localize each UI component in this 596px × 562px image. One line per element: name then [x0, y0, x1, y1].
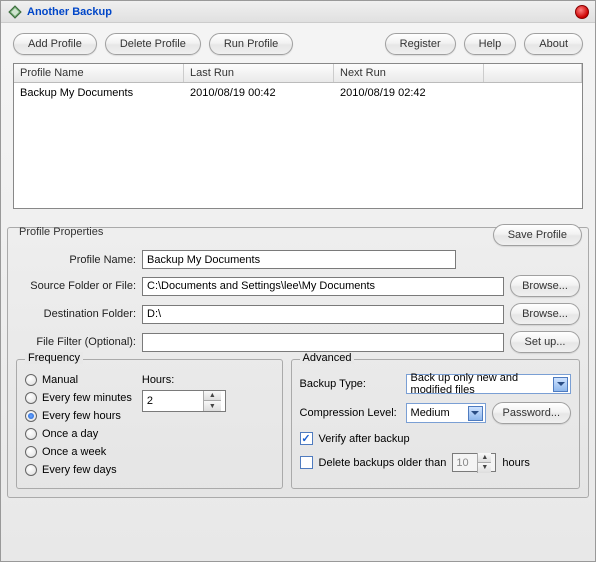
save-profile-button[interactable]: Save Profile	[493, 224, 582, 246]
radio-every-few-hours[interactable]: Every few hours	[25, 410, 132, 422]
profile-properties-legend: Profile Properties	[16, 226, 106, 238]
about-button[interactable]: About	[524, 33, 583, 55]
radio-once-a-day[interactable]: Once a day	[25, 428, 132, 440]
profiles-table[interactable]: Profile Name Last Run Next Run Backup My…	[13, 63, 583, 209]
delete-profile-button[interactable]: Delete Profile	[105, 33, 201, 55]
verify-checkbox[interactable]	[300, 432, 313, 445]
col-blank	[484, 64, 582, 82]
radio-once-a-week[interactable]: Once a week	[25, 446, 132, 458]
backup-type-label: Backup Type:	[300, 378, 400, 390]
source-input[interactable]	[142, 277, 504, 296]
radio-every-few-minutes[interactable]: Every few minutes	[25, 392, 132, 404]
radio-week-dot	[25, 446, 37, 458]
help-button[interactable]: Help	[464, 33, 517, 55]
compression-select[interactable]: Medium	[406, 403, 486, 423]
col-last-run[interactable]: Last Run	[184, 64, 334, 82]
password-button[interactable]: Password...	[492, 402, 571, 424]
frequency-legend: Frequency	[25, 352, 83, 364]
run-profile-button[interactable]: Run Profile	[209, 33, 293, 55]
cell-next-run: 2010/08/19 02:42	[334, 85, 484, 101]
delete-age-stepper[interactable]: ▲▼	[452, 453, 496, 472]
radio-minutes-dot	[25, 392, 37, 404]
delete-age-input[interactable]	[453, 456, 477, 470]
chevron-down-icon	[468, 406, 483, 421]
table-row[interactable]: Backup My Documents 2010/08/19 00:42 201…	[14, 83, 582, 103]
filter-input[interactable]	[142, 333, 504, 352]
close-icon[interactable]	[575, 5, 589, 19]
destination-input[interactable]	[142, 305, 504, 324]
app-window: Another Backup Add Profile Delete Profil…	[0, 0, 596, 562]
profile-properties-group: Profile Properties Save Profile Profile …	[7, 227, 589, 498]
backup-type-select[interactable]: Back up only new and modified files	[406, 374, 571, 394]
advanced-legend: Advanced	[300, 352, 355, 364]
app-title: Another Backup	[27, 6, 575, 18]
radio-manual[interactable]: Manual	[25, 374, 132, 386]
compression-label: Compression Level:	[300, 407, 400, 419]
browse-source-button[interactable]: Browse...	[510, 275, 580, 297]
delete-backups-checkbox[interactable]	[300, 456, 313, 469]
age-down-icon[interactable]: ▼	[478, 463, 491, 473]
hours-up-icon[interactable]: ▲	[204, 391, 221, 401]
frequency-group: Frequency Manual Every few minutes Every…	[16, 359, 283, 489]
destination-label: Destination Folder:	[16, 308, 136, 320]
hours-input[interactable]	[143, 393, 203, 409]
delete-age-unit: hours	[502, 457, 530, 469]
age-up-icon[interactable]: ▲	[478, 453, 491, 463]
radio-day-dot	[25, 428, 37, 440]
advanced-group: Advanced Backup Type: Back up only new a…	[291, 359, 580, 489]
hours-stepper[interactable]: ▲▼	[142, 390, 226, 412]
hours-label: Hours:	[142, 374, 226, 386]
toolbar: Add Profile Delete Profile Run Profile R…	[1, 23, 595, 63]
radio-manual-dot	[25, 374, 37, 386]
chevron-down-icon	[553, 377, 568, 392]
radio-every-few-days[interactable]: Every few days	[25, 464, 132, 476]
setup-filter-button[interactable]: Set up...	[510, 331, 580, 353]
profile-name-input[interactable]	[142, 250, 456, 269]
col-profile-name[interactable]: Profile Name	[14, 64, 184, 82]
app-icon	[7, 4, 23, 20]
profile-name-label: Profile Name:	[16, 254, 136, 266]
radio-hours-dot	[25, 410, 37, 422]
add-profile-button[interactable]: Add Profile	[13, 33, 97, 55]
hours-down-icon[interactable]: ▼	[204, 401, 221, 411]
delete-backups-label: Delete backups older than	[319, 457, 447, 469]
register-button[interactable]: Register	[385, 33, 456, 55]
filter-label: File Filter (Optional):	[16, 336, 136, 348]
table-header: Profile Name Last Run Next Run	[14, 64, 582, 83]
source-label: Source Folder or File:	[16, 280, 136, 292]
verify-label: Verify after backup	[319, 433, 410, 445]
browse-destination-button[interactable]: Browse...	[510, 303, 580, 325]
cell-last-run: 2010/08/19 00:42	[184, 85, 334, 101]
radio-days-dot	[25, 464, 37, 476]
titlebar: Another Backup	[1, 1, 595, 23]
col-next-run[interactable]: Next Run	[334, 64, 484, 82]
cell-profile-name: Backup My Documents	[14, 85, 184, 101]
